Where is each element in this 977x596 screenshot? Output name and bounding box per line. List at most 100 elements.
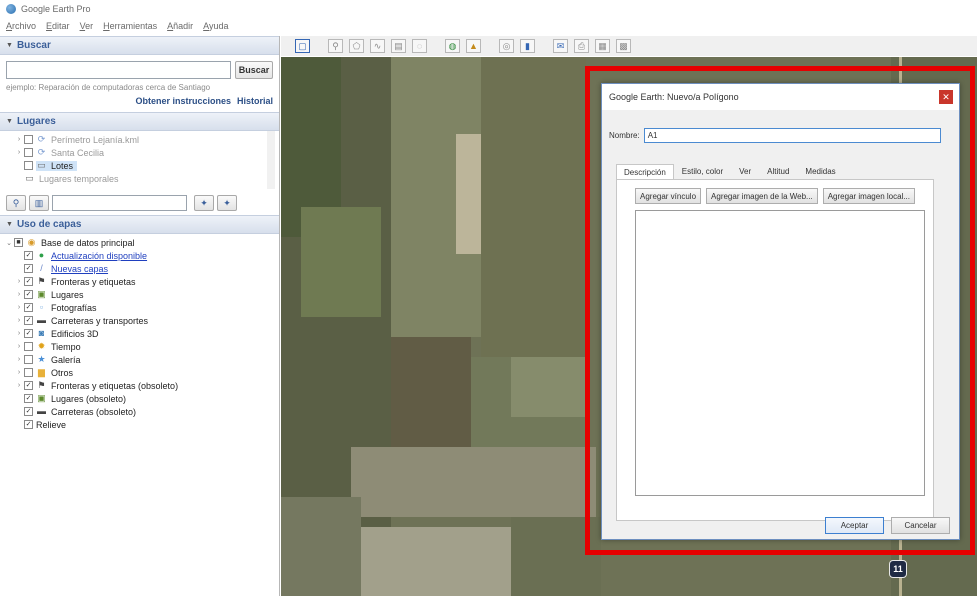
name-field[interactable]: A1 — [643, 128, 941, 143]
expand-arrow-icon[interactable]: › — [14, 356, 24, 363]
menu-herramientas[interactable]: Herramientas — [103, 21, 157, 31]
expand-arrow-icon[interactable]: › — [14, 317, 24, 324]
list-item[interactable]: › ⟳ Perímetro Lejanía.kml — [4, 133, 279, 146]
list-item[interactable]: ▭ Lotes — [4, 159, 279, 172]
historical-imagery-icon[interactable]: ◍ — [445, 39, 460, 53]
checkbox[interactable]: ✓ — [24, 329, 33, 338]
search-icon[interactable]: ⚲ — [6, 195, 26, 211]
search-button[interactable]: Buscar — [235, 61, 273, 79]
places-scrollbar[interactable] — [267, 131, 275, 189]
list-item[interactable]: ▭ Lugares temporales — [4, 172, 279, 185]
checkbox[interactable] — [24, 355, 33, 364]
list-item[interactable]: ✓ / Nuevas capas — [4, 262, 279, 275]
menu-editar[interactable]: Editar — [46, 21, 70, 31]
add-link-button[interactable]: Agregar vínculo — [635, 188, 702, 204]
expand-arrow-icon[interactable]: › — [14, 330, 24, 337]
directions-link[interactable]: Obtener instrucciones — [135, 96, 231, 106]
description-textarea[interactable] — [635, 210, 925, 496]
planets-icon[interactable]: ◎ — [499, 39, 514, 53]
checkbox[interactable] — [24, 135, 33, 144]
new-layers-icon: / — [40, 263, 43, 273]
checkbox[interactable]: ✓ — [24, 251, 33, 260]
new-layers-link[interactable]: Nuevas capas — [51, 264, 108, 274]
save-image-icon[interactable]: ▦ — [595, 39, 610, 53]
tab-ver[interactable]: Ver — [731, 164, 759, 179]
overlay-icon[interactable]: ▤ — [391, 39, 406, 53]
list-item[interactable]: › ✹ Tiempo — [4, 340, 279, 353]
checkbox[interactable] — [24, 161, 33, 170]
list-item[interactable]: › ✓ ◙ Edificios 3D — [4, 327, 279, 340]
add-local-image-button[interactable]: Agregar imagen local... — [822, 188, 915, 204]
tour-icon[interactable]: ◌ — [412, 39, 427, 53]
list-item[interactable]: ✓ Relieve — [4, 418, 279, 431]
tree-row-root[interactable]: ⌄ ■ ◉ Base de datos principal — [4, 236, 279, 249]
cancel-button[interactable]: Cancelar — [891, 517, 950, 534]
expand-arrow-icon[interactable]: › — [14, 291, 24, 298]
expand-arrow-icon[interactable]: › — [14, 369, 24, 376]
maps-icon[interactable]: ▩ — [616, 39, 631, 53]
menu-ver[interactable]: Ver — [80, 21, 94, 31]
list-item[interactable]: ✓ ▬ Carreteras (obsoleto) — [4, 405, 279, 418]
checkbox[interactable] — [24, 148, 33, 157]
list-item[interactable]: › ★ Galería — [4, 353, 279, 366]
collapse-triangle-icon: ▼ — [6, 118, 13, 125]
menu-archivo[interactable]: Archivo — [6, 21, 36, 31]
expand-arrow-icon[interactable]: › — [14, 304, 24, 311]
checkbox[interactable]: ✓ — [24, 277, 33, 286]
list-item[interactable]: › ▆ Otros — [4, 366, 279, 379]
checkbox[interactable]: ✓ — [24, 381, 33, 390]
list-item[interactable]: › ✓ ⚑ Fronteras y etiquetas — [4, 275, 279, 288]
tab-descripcion[interactable]: Descripción — [616, 164, 674, 179]
checkbox[interactable]: ✓ — [24, 316, 33, 325]
search-input[interactable] — [6, 61, 231, 79]
layers-panel-header[interactable]: ▼ Uso de capas — [0, 215, 279, 234]
expand-arrow-icon[interactable]: › — [14, 343, 24, 350]
checkbox[interactable]: ✓ — [24, 303, 33, 312]
polygon-icon[interactable]: ⬠ — [349, 39, 364, 53]
list-item[interactable]: › ✓ ▣ Lugares — [4, 288, 279, 301]
collapse-arrow-icon[interactable]: ⌄ — [4, 239, 14, 247]
checkbox[interactable]: ✓ — [24, 420, 33, 429]
menu-anadir[interactable]: Añadir — [167, 21, 193, 31]
list-item[interactable]: › ✓ ▬ Carreteras y transportes — [4, 314, 279, 327]
checkbox[interactable]: ✓ — [24, 407, 33, 416]
checkbox[interactable] — [24, 368, 33, 377]
update-available-link[interactable]: Actualización disponible — [51, 251, 147, 261]
move-down-icon[interactable]: ✦ — [217, 195, 237, 211]
expand-arrow-icon[interactable]: › — [14, 136, 24, 143]
checkbox[interactable]: ✓ — [24, 394, 33, 403]
accept-button[interactable]: Aceptar — [825, 517, 884, 534]
checkbox[interactable]: ✓ — [24, 290, 33, 299]
dialog-titlebar[interactable]: Google Earth: Nuevo/a Polígono ✕ — [602, 84, 959, 110]
tab-altitud[interactable]: Altitud — [759, 164, 797, 179]
list-item[interactable]: ✓ ● Actualización disponible — [4, 249, 279, 262]
checkbox[interactable]: ■ — [14, 238, 23, 247]
email-icon[interactable]: ✉ — [553, 39, 568, 53]
places-filter-input[interactable] — [52, 195, 187, 211]
tab-medidas[interactable]: Medidas — [797, 164, 843, 179]
places-panel-header[interactable]: ▼ Lugares — [0, 112, 279, 131]
ruler-icon[interactable]: ▮ — [520, 39, 535, 53]
list-item[interactable]: › ⟳ Santa Cecilia — [4, 146, 279, 159]
expand-arrow-icon[interactable]: › — [14, 149, 24, 156]
checkbox[interactable] — [24, 342, 33, 351]
sidebar-toggle-icon[interactable]: ▢ — [295, 39, 310, 53]
list-item[interactable]: › ✓ ⚑ Fronteras y etiquetas (obsoleto) — [4, 379, 279, 392]
menu-ayuda[interactable]: Ayuda — [203, 21, 228, 31]
close-icon[interactable]: ✕ — [939, 90, 953, 104]
panel-toggle-icon[interactable]: ▥ — [29, 195, 49, 211]
checkbox[interactable]: ✓ — [24, 264, 33, 273]
print-icon[interactable]: ⎙ — [574, 39, 589, 53]
tab-estilo-color[interactable]: Estilo, color — [674, 164, 731, 179]
expand-arrow-icon[interactable]: › — [14, 382, 24, 389]
placemark-icon[interactable]: ⚲ — [328, 39, 343, 53]
move-up-icon[interactable]: ✦ — [194, 195, 214, 211]
list-item[interactable]: ✓ ▣ Lugares (obsoleto) — [4, 392, 279, 405]
list-item[interactable]: › ✓ ▫ Fotografías — [4, 301, 279, 314]
history-link[interactable]: Historial — [237, 96, 273, 106]
add-web-image-button[interactable]: Agregar imagen de la Web... — [706, 188, 818, 204]
sunlight-icon[interactable]: ▲ — [466, 39, 481, 53]
expand-arrow-icon[interactable]: › — [14, 278, 24, 285]
path-icon[interactable]: ∿ — [370, 39, 385, 53]
search-panel-header[interactable]: ▼ Buscar — [0, 36, 279, 55]
